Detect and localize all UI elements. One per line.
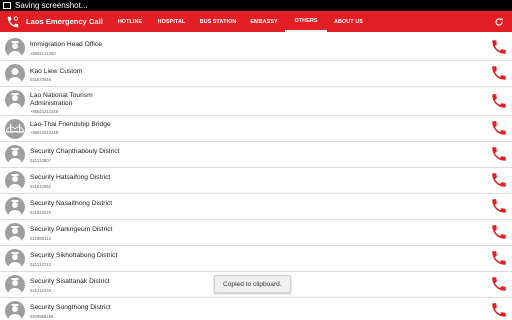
contact-phone: 0209966166: [30, 314, 54, 319]
person-icon: [5, 64, 25, 84]
contact-phone: +85621812248: [30, 130, 59, 135]
status-text: Saving screenshot...: [15, 1, 88, 10]
call-icon[interactable]: [490, 275, 508, 293]
call-icon[interactable]: [490, 92, 508, 110]
contact-phone: +8562121250: [30, 51, 56, 56]
call-icon[interactable]: [490, 301, 508, 319]
call-icon[interactable]: [490, 38, 508, 56]
clipboard-toast: Copied to clipboard.: [214, 275, 291, 293]
officer-icon: [5, 197, 25, 217]
bridge-icon: [5, 119, 25, 139]
screenshot-icon: [3, 2, 11, 9]
contact-phone: +85621212248: [30, 109, 59, 114]
refresh-button[interactable]: [492, 15, 505, 28]
refresh-icon: [494, 17, 503, 26]
list-item[interactable]: Security Sungthong District 0209966166: [0, 298, 512, 320]
list-item[interactable]: Security Chanthabouly District 021212807: [0, 142, 512, 168]
contact-name: Lao-Thai Friendship Bridge: [30, 121, 111, 128]
list-item[interactable]: Lao-Thai Friendship Bridge +85621812248: [0, 116, 512, 142]
contact-name: Security Nasaithong District: [30, 200, 113, 207]
list-item[interactable]: Lao National Tourism Administration +856…: [0, 87, 512, 116]
contact-name: Security Parkngeum District: [30, 226, 113, 233]
tab-about-us[interactable]: ABOUT US: [327, 11, 370, 32]
officer-icon: [5, 38, 25, 58]
call-icon[interactable]: [490, 64, 508, 82]
officer-icon: [5, 171, 25, 191]
officer-icon: [5, 90, 25, 110]
tab-embassy[interactable]: EMBASSY: [243, 11, 285, 32]
contact-name: Security Chanthabouly District: [30, 148, 120, 155]
app-title: Laos Emergency Call: [26, 17, 103, 26]
contact-phone: 021670846: [30, 77, 51, 82]
contact-phone: 021822016: [30, 210, 51, 215]
contact-name: Security Hatsaifong District: [30, 174, 111, 181]
list-item[interactable]: Security Parkngeum District 021860412: [0, 220, 512, 246]
officer-icon: [5, 275, 25, 295]
tab-bar: HOTLINE HOSPITAL BUS STATION EMBASSY OTH…: [110, 11, 370, 32]
tab-others[interactable]: OTHERS: [285, 11, 327, 32]
contact-name: Security Sikhottabong District: [30, 252, 118, 259]
list-item[interactable]: Security Nasaithong District 021822016: [0, 194, 512, 220]
tab-hospital[interactable]: HOSPITAL: [150, 11, 193, 32]
call-icon[interactable]: [490, 223, 508, 241]
tab-bus-station[interactable]: BUS STATION: [193, 11, 243, 32]
contact-phone: 021860412: [30, 236, 51, 241]
contact-name: Kao Liew Custom: [30, 68, 83, 75]
call-icon[interactable]: [490, 171, 508, 189]
contact-name: Security Sungthong District: [30, 304, 111, 311]
officer-icon: [5, 249, 25, 269]
contact-phone: 021212712: [30, 262, 51, 267]
officer-icon: [5, 301, 25, 320]
contact-phone: 021812062: [30, 184, 51, 189]
call-icon[interactable]: [490, 249, 508, 267]
officer-icon: [5, 223, 25, 243]
list-item[interactable]: Kao Liew Custom 021670846: [0, 61, 512, 87]
contact-name: Security Sisattanak District: [30, 278, 110, 285]
phone-app-icon[interactable]: [0, 11, 26, 32]
action-bar: Laos Emergency Call HOTLINE HOSPITAL BUS…: [0, 11, 512, 32]
tab-hotline[interactable]: HOTLINE: [110, 11, 150, 32]
list-item[interactable]: Immigration Head Office +8562121250: [0, 35, 512, 61]
list-item[interactable]: Security Sikhottabong District 021212712: [0, 246, 512, 272]
system-status-bar: Saving screenshot...: [0, 0, 512, 11]
contact-phone: 021212807: [30, 158, 51, 163]
list-item[interactable]: Security Hatsaifong District 021812062: [0, 168, 512, 194]
contact-name: Lao National Tourism Administration: [30, 92, 93, 107]
contact-phone: 021212233: [30, 288, 51, 293]
contact-name: Immigration Head Office: [30, 41, 102, 48]
call-icon[interactable]: [490, 197, 508, 215]
call-icon[interactable]: [490, 119, 508, 137]
officer-icon: [5, 145, 25, 165]
call-icon[interactable]: [490, 145, 508, 163]
